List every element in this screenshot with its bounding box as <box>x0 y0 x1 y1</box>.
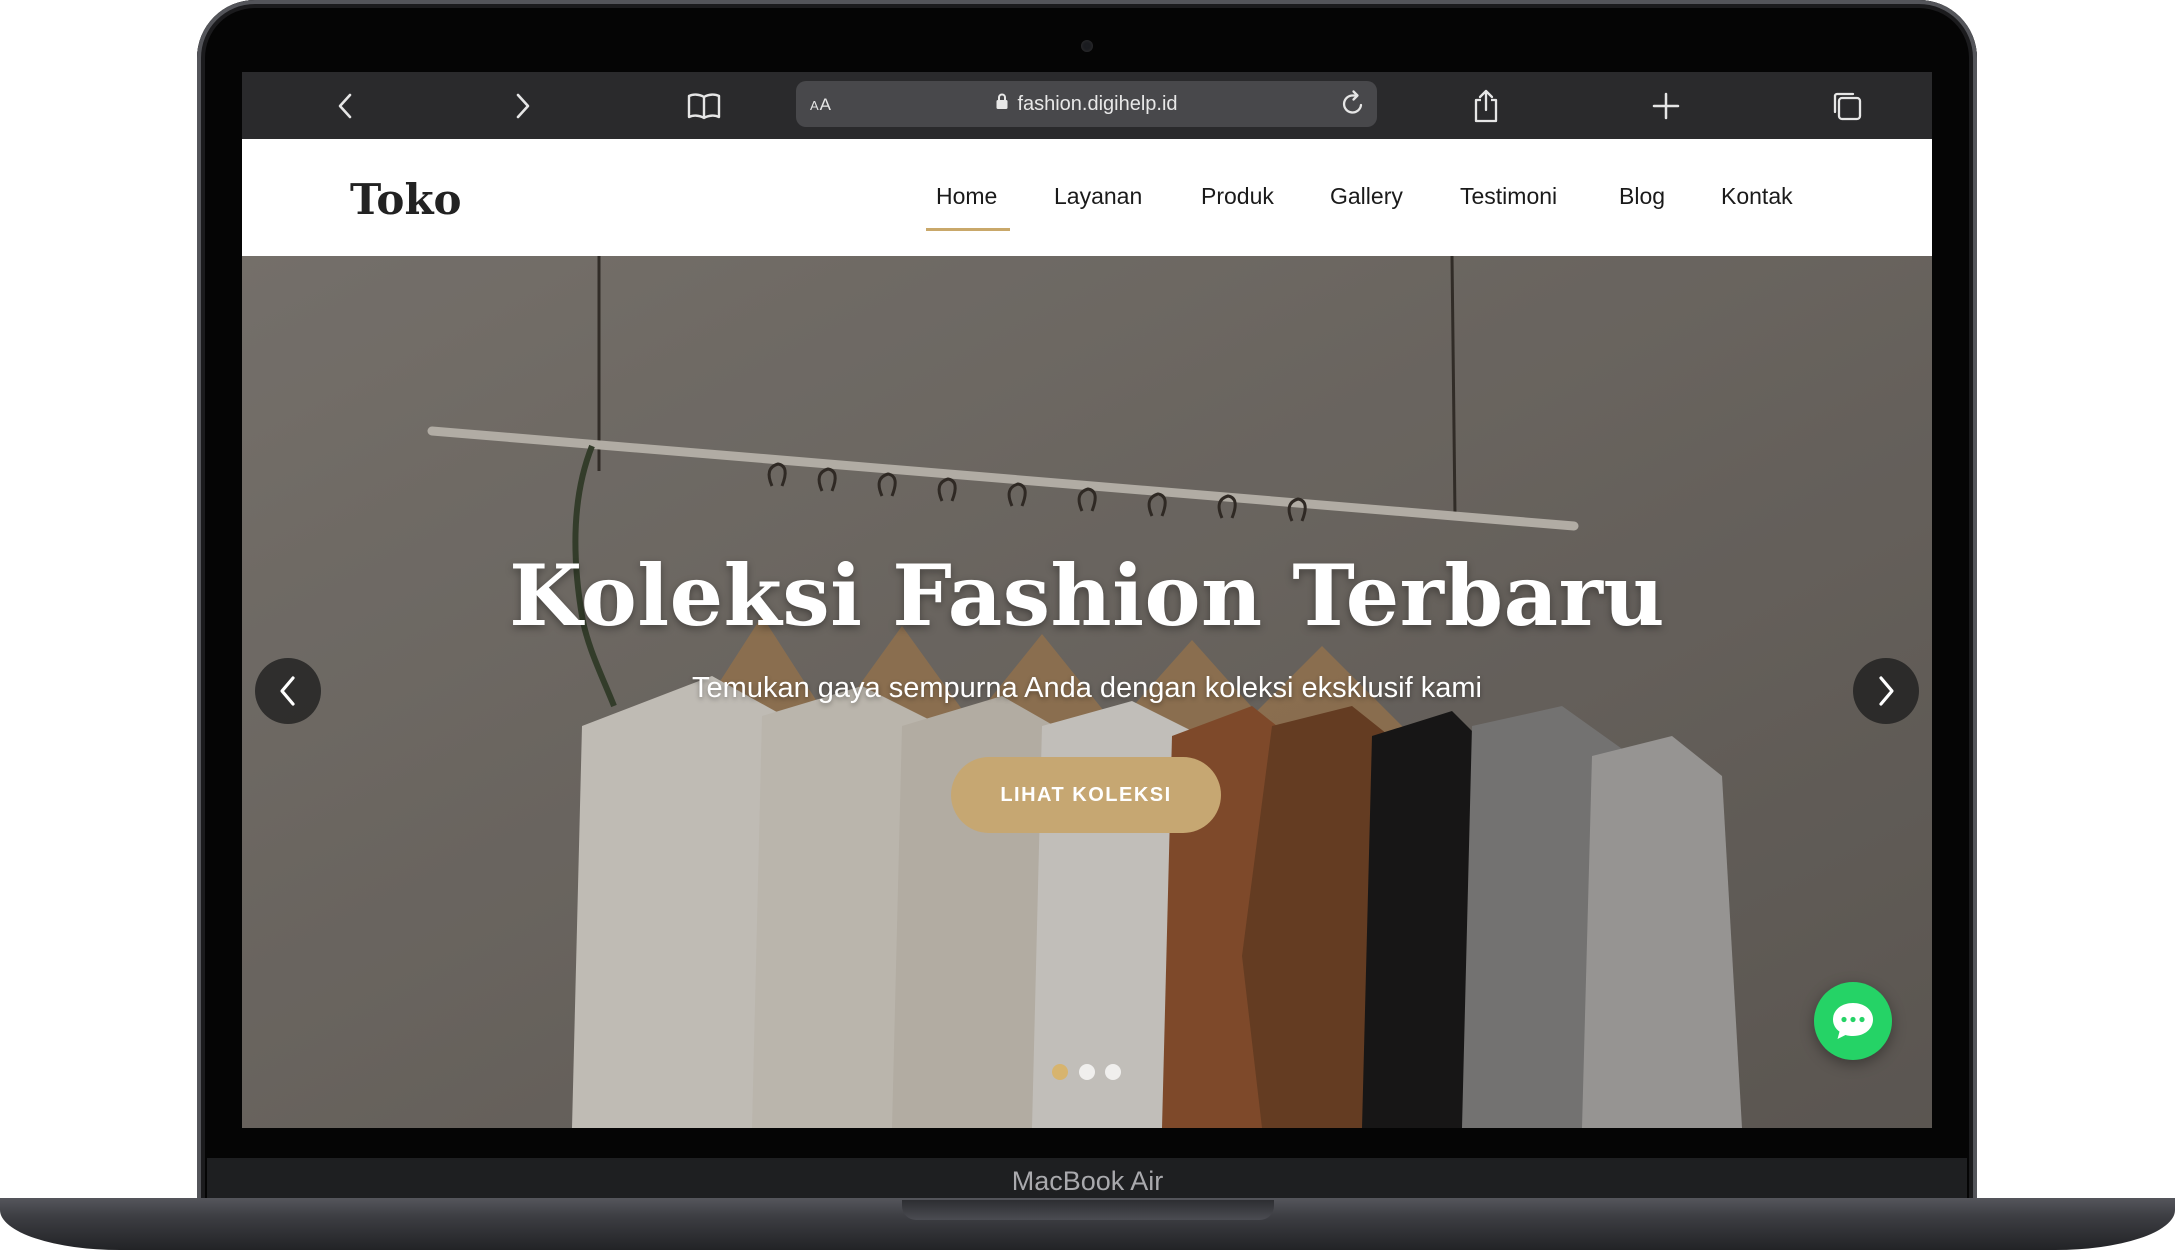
screen: AA fashion.digihelp.id Toko Home Layanan… <box>242 72 1932 1128</box>
address-bar[interactable]: AA fashion.digihelp.id <box>796 81 1377 127</box>
slider-dot-3[interactable] <box>1105 1064 1121 1080</box>
active-nav-indicator <box>926 228 1010 231</box>
nav-kontak[interactable]: Kontak <box>1721 183 1793 210</box>
camera <box>1081 40 1093 52</box>
website: Toko Home Layanan Produk Gallery Testimo… <box>242 139 1932 1128</box>
view-collection-button[interactable]: LIHAT KOLEKSI <box>951 757 1221 833</box>
laptop-notch <box>902 1200 1274 1220</box>
nav-home[interactable]: Home <box>936 183 997 210</box>
forward-icon[interactable] <box>503 86 543 126</box>
nav-produk[interactable]: Produk <box>1201 183 1274 210</box>
browser-toolbar: AA fashion.digihelp.id <box>242 72 1932 139</box>
url-text[interactable]: fashion.digihelp.id <box>1017 93 1177 116</box>
slider-dot-1[interactable] <box>1052 1064 1068 1080</box>
chat-button[interactable] <box>1814 982 1892 1060</box>
nav-layanan[interactable]: Layanan <box>1054 183 1142 210</box>
chevron-right-icon <box>1879 676 1894 706</box>
site-logo[interactable]: Toko <box>350 175 462 224</box>
site-header: Toko Home Layanan Produk Gallery Testimo… <box>242 139 1932 256</box>
hero-slider: Koleksi Fashion Terbaru Temukan gaya sem… <box>242 256 1932 1128</box>
lock-icon <box>995 92 1009 116</box>
slider-dot-2[interactable] <box>1079 1064 1095 1080</box>
new-tab-icon[interactable] <box>1646 86 1686 126</box>
share-icon[interactable] <box>1466 86 1506 126</box>
bookmarks-icon[interactable] <box>684 86 724 126</box>
device-label: MacBook Air <box>1011 1166 1164 1196</box>
chevron-left-icon <box>280 676 295 706</box>
nav-testimoni[interactable]: Testimoni <box>1460 183 1557 210</box>
hero-title: Koleksi Fashion Terbaru <box>509 546 1665 645</box>
hero-subtitle: Temukan gaya sempurna Anda dengan koleks… <box>692 672 1482 704</box>
chat-icon <box>1833 1003 1873 1039</box>
back-icon[interactable] <box>325 86 365 126</box>
slider-prev-button[interactable] <box>255 658 321 724</box>
nav-blog[interactable]: Blog <box>1619 183 1665 210</box>
tabs-icon[interactable] <box>1827 86 1867 126</box>
slider-next-button[interactable] <box>1853 658 1919 724</box>
nav-gallery[interactable]: Gallery <box>1330 183 1403 210</box>
reload-icon[interactable] <box>1337 88 1369 120</box>
